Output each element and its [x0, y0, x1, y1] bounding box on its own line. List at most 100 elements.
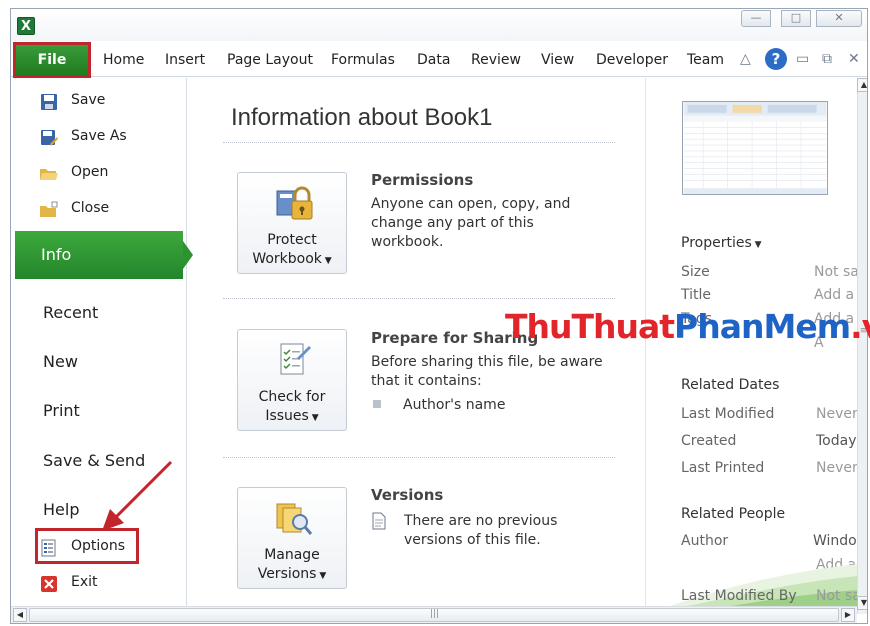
- help-icon[interactable]: ?: [765, 48, 787, 70]
- permissions-text-line: Anyone can open, copy, and: [371, 196, 571, 212]
- versions-description: There are no previous versions of this f…: [404, 512, 557, 550]
- author-label: Author: [681, 533, 729, 549]
- watermark-part: .vn: [850, 307, 870, 346]
- tab-developer[interactable]: Developer: [596, 52, 668, 68]
- permissions-text-line: workbook.: [371, 234, 444, 250]
- related-dates-heading: Related Dates: [681, 377, 780, 393]
- red-arrow-annotation: [102, 460, 173, 531]
- bullet-square-icon: [373, 396, 383, 408]
- doc-close-icon[interactable]: ✕: [848, 51, 860, 67]
- check-for-issues-label-line2: Issues: [265, 408, 309, 424]
- excel-app-icon[interactable]: X: [17, 17, 35, 35]
- divider: [223, 142, 615, 143]
- vertical-scrollbar[interactable]: ▲ ▼ ≡: [857, 78, 867, 614]
- properties-pane: Properties ▼ Size Not sa Title Add a Tag…: [645, 78, 857, 614]
- nav-close-label: Close: [71, 200, 110, 216]
- dropdown-arrow-icon: ▼: [751, 240, 762, 250]
- prepare-sharing-description: Before sharing this file, be aware that …: [371, 353, 603, 391]
- tab-review[interactable]: Review: [471, 52, 521, 68]
- property-label: Size: [681, 264, 710, 280]
- minimize-ribbon-icon[interactable]: △: [740, 51, 751, 67]
- permissions-heading: Permissions: [371, 171, 474, 189]
- manage-versions-label-line2: Versions: [257, 566, 317, 582]
- manage-versions-label-line1: Manage: [264, 547, 320, 563]
- exit-icon: [41, 576, 57, 592]
- tab-team[interactable]: Team: [687, 52, 724, 68]
- doc-minimize-icon[interactable]: ▭: [796, 51, 809, 67]
- nav-open-label: Open: [71, 164, 109, 180]
- date-label: Last Printed: [681, 460, 765, 476]
- nav-recent[interactable]: Recent: [43, 303, 98, 322]
- workbook-thumbnail[interactable]: [682, 101, 828, 195]
- last-modified-by-label: Last Modified By: [681, 588, 797, 604]
- site-watermark: ThuThuatPhanMem.vn: [505, 307, 870, 346]
- watermark-part: PhanMem: [674, 307, 851, 346]
- dropdown-arrow-icon: ▼: [308, 413, 319, 423]
- scroll-thumb[interactable]: |||: [29, 608, 839, 622]
- close-folder-icon: [40, 201, 58, 217]
- nav-save-label: Save: [71, 92, 106, 108]
- tab-data[interactable]: Data: [417, 52, 450, 68]
- minimize-button[interactable]: —: [741, 10, 771, 27]
- title-bar: X — □ ✕: [11, 9, 867, 41]
- divider: [223, 457, 615, 458]
- close-window-button[interactable]: ✕: [816, 10, 862, 27]
- backstage-swoosh-decoration: [646, 564, 857, 614]
- check-for-issues-label-line1: Check for: [258, 389, 326, 405]
- save-icon: [41, 94, 57, 110]
- properties-heading[interactable]: Properties ▼: [681, 235, 762, 251]
- nav-save-as-label: Save As: [71, 128, 127, 144]
- dropdown-arrow-icon: ▼: [321, 256, 332, 266]
- tab-formulas[interactable]: Formulas: [331, 52, 395, 68]
- authors-name-item: Author's name: [403, 397, 506, 413]
- nav-new[interactable]: New: [43, 352, 78, 371]
- nav-info-pointer: [183, 241, 193, 269]
- dropdown-arrow-icon: ▼: [316, 571, 327, 581]
- property-label: Title: [681, 287, 712, 303]
- scroll-right-icon[interactable]: ▶: [841, 608, 855, 622]
- property-value: Not sa: [814, 264, 857, 280]
- horizontal-scrollbar[interactable]: ◀ ||| ▶: [11, 606, 857, 623]
- tab-home[interactable]: Home: [103, 52, 144, 68]
- protect-workbook-label-line1: Protect: [267, 232, 317, 248]
- date-value: Never: [816, 406, 857, 422]
- prepare-text-line: that it contains:: [371, 373, 482, 389]
- open-folder-icon: [40, 169, 58, 180]
- document-icon: [372, 512, 386, 530]
- watermark-part: ThuThuat: [505, 307, 675, 346]
- author-value[interactable]: Windo: [813, 533, 857, 549]
- properties-heading-label: Properties: [681, 235, 752, 251]
- versions-text-line: versions of this file.: [404, 532, 541, 548]
- last-modified-by-value: Not sa: [816, 588, 857, 604]
- versions-text-line: There are no previous: [404, 513, 558, 529]
- date-label: Last Modified: [681, 406, 775, 422]
- checklist-icon: [280, 343, 311, 375]
- file-tab-highlight: [13, 42, 91, 78]
- tab-view[interactable]: View: [541, 52, 574, 68]
- nav-print[interactable]: Print: [43, 401, 80, 420]
- check-for-issues-button[interactable]: Check for Issues ▼: [237, 329, 347, 431]
- ribbon-tab-bar: File Home Insert Page Layout Formulas Da…: [11, 42, 867, 78]
- manage-versions-button[interactable]: Manage Versions ▼: [237, 487, 347, 589]
- prepare-text-line: Before sharing this file, be aware: [371, 354, 603, 370]
- permissions-text-line: change any part of this: [371, 215, 534, 231]
- divider: [223, 298, 615, 299]
- scroll-down-icon[interactable]: ▼: [857, 596, 867, 610]
- maximize-button[interactable]: □: [781, 10, 811, 27]
- page-title: Information about Book1: [231, 104, 493, 131]
- lock-icon: [276, 186, 313, 220]
- save-as-icon: [41, 130, 58, 146]
- tab-page-layout[interactable]: Page Layout: [227, 52, 313, 68]
- scroll-left-icon[interactable]: ◀: [13, 608, 27, 622]
- scroll-up-icon[interactable]: ▲: [857, 78, 867, 92]
- date-label: Created: [681, 433, 737, 449]
- tab-insert[interactable]: Insert: [165, 52, 205, 68]
- property-value[interactable]: Add a: [814, 287, 854, 303]
- permissions-description: Anyone can open, copy, and change any pa…: [371, 195, 570, 252]
- protect-workbook-button[interactable]: Protect Workbook ▼: [237, 172, 347, 274]
- nav-info[interactable]: Info: [15, 231, 183, 279]
- related-people-heading: Related People: [681, 506, 786, 522]
- scroll-grip-icon: |||: [430, 609, 440, 619]
- doc-restore-icon[interactable]: ⧉: [822, 51, 832, 67]
- nav-help[interactable]: Help: [43, 500, 79, 519]
